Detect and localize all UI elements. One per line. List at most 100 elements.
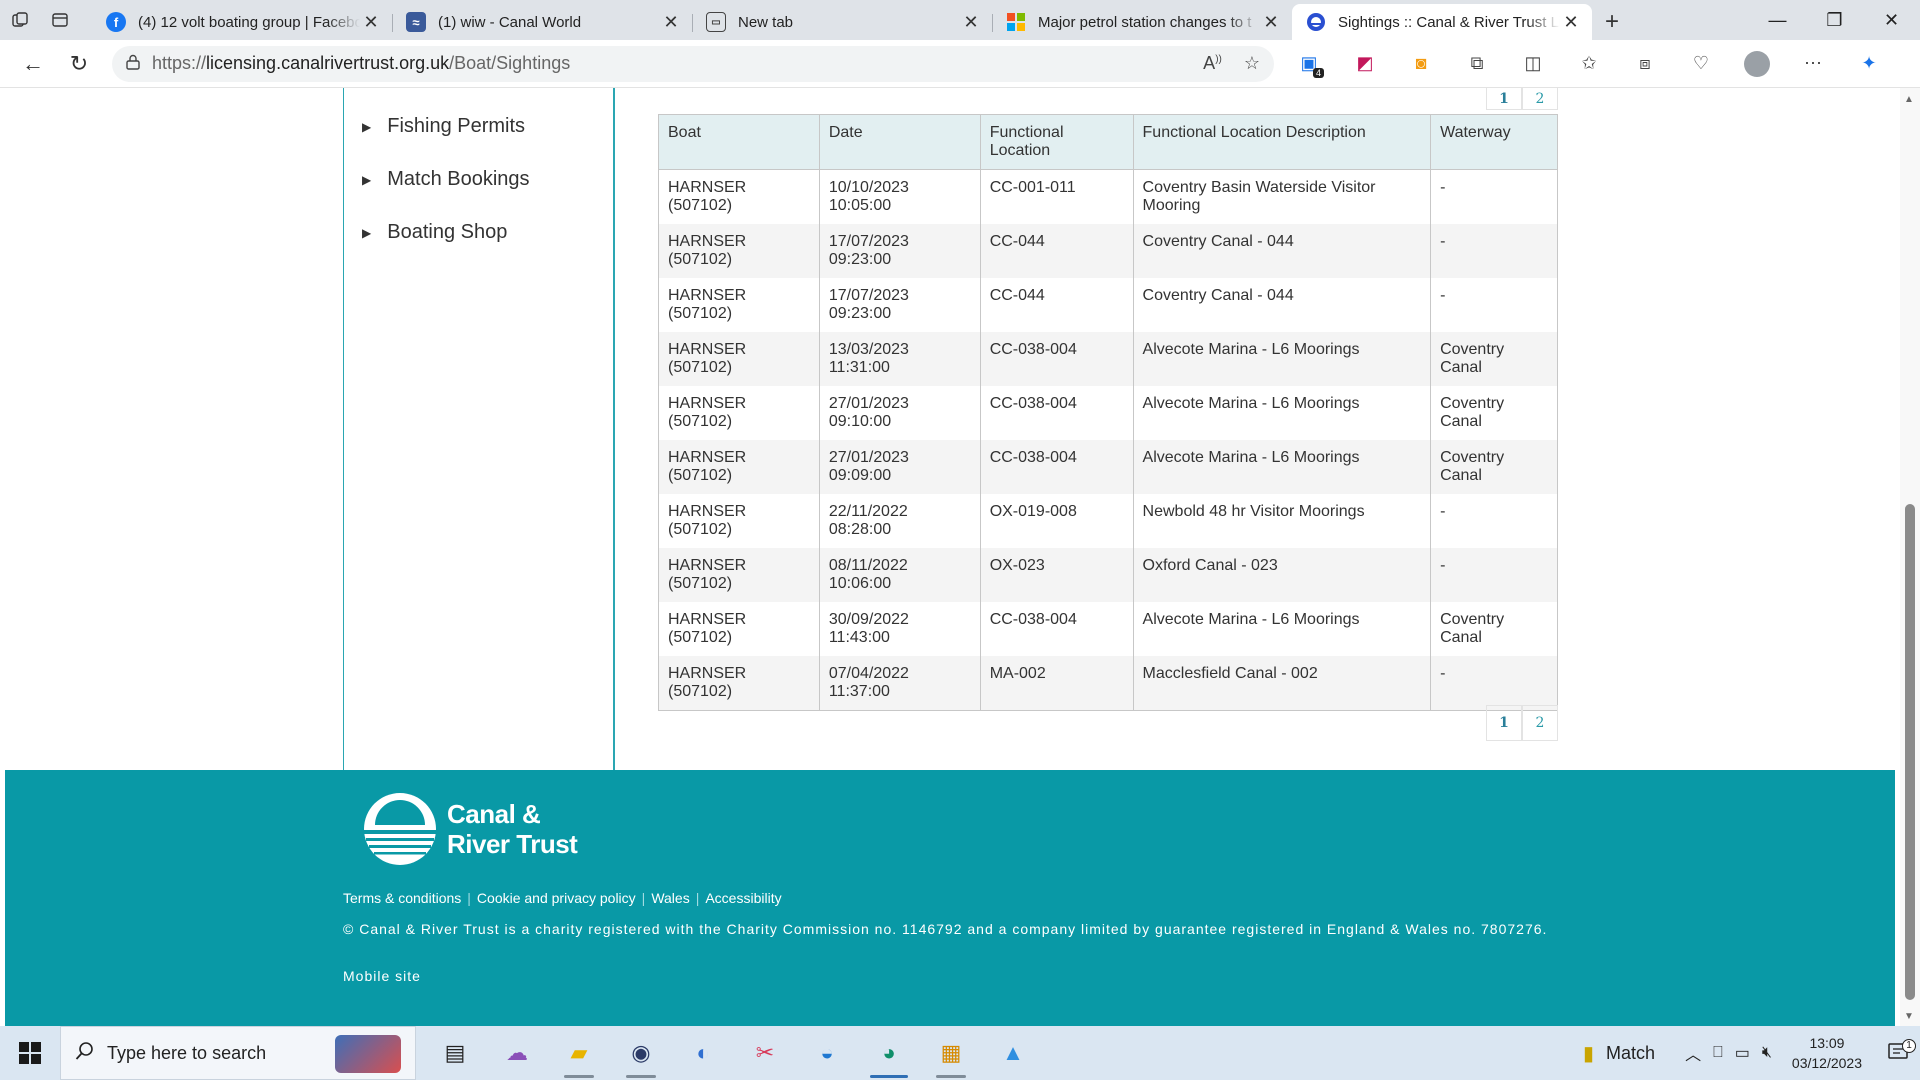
terms-link[interactable]: Terms & conditions (343, 890, 461, 906)
close-window-icon[interactable]: ✕ (1863, 0, 1920, 40)
file-explorer-icon[interactable]: ▰ (548, 1026, 610, 1080)
windows-start-icon[interactable] (0, 1026, 60, 1080)
workspaces-icon[interactable] (0, 0, 40, 40)
close-tab-icon[interactable]: ✕ (360, 12, 382, 33)
logo-text-line2: River Trust (447, 829, 578, 859)
vpn-lock-icon[interactable]: ◉ (610, 1026, 672, 1080)
extension-icon[interactable]: ◩ (1344, 46, 1386, 82)
close-tab-icon[interactable]: ✕ (960, 12, 982, 33)
firefox-icon[interactable]: ◐ (672, 1026, 734, 1080)
notifications-icon[interactable]: 1 (1878, 1039, 1920, 1063)
windows-taskbar: Type here to search ▤ ☁ ▰ ◉ ◐ ✂ ◒ ◕ ▦ ▲ … (0, 1026, 1920, 1080)
cell-date: 22/11/2022 08:28:00 (818, 494, 981, 548)
new-tab-button[interactable]: + (1592, 4, 1632, 40)
app-icon[interactable]: ▦ (920, 1026, 982, 1080)
triangle-right-icon: ▶ (362, 119, 372, 134)
cell-date: 30/09/2022 11:43:00 (818, 602, 981, 656)
favorite-star-icon[interactable]: ☆ (1244, 53, 1260, 74)
cookie-privacy-link[interactable]: Cookie and privacy policy (477, 890, 636, 906)
canal-river-trust-logo[interactable]: Canal & River Trust (363, 792, 578, 866)
photos-icon[interactable]: ▲ (982, 1026, 1044, 1080)
sidebar-item-match-bookings[interactable]: ▶ Match Bookings (362, 168, 530, 191)
cell-date: 27/01/2023 09:10:00 (818, 386, 981, 440)
profile-avatar[interactable] (1736, 46, 1778, 82)
weather-label[interactable]: Match (1606, 1043, 1655, 1064)
link-separator: | (695, 890, 700, 906)
cell-description: Alvecote Marina - L6 Moorings (1132, 602, 1432, 656)
pagination-bottom: 1 2 (1486, 705, 1558, 741)
extensions-puzzle-icon[interactable]: ⧉ (1456, 46, 1498, 82)
sidebar-item-fishing-permits[interactable]: ▶ Fishing Permits (362, 115, 525, 138)
page-link-2[interactable]: 2 (1522, 88, 1558, 110)
close-tab-icon[interactable]: ✕ (660, 12, 682, 33)
edge-browser-icon[interactable]: ◕ (858, 1026, 920, 1080)
minimize-icon[interactable]: — (1749, 0, 1806, 40)
more-menu-icon[interactable]: ⋯ (1792, 46, 1834, 82)
table-row: HARNSER (507102) 07/04/2022 11:37:00 MA-… (658, 656, 1558, 711)
cell-date: 27/01/2023 09:09:00 (818, 440, 981, 494)
footer-links: Terms & conditions | Cookie and privacy … (343, 890, 782, 906)
refresh-button[interactable]: ↻ (56, 46, 102, 82)
canal-world-icon: ≈ (406, 12, 426, 32)
restore-icon[interactable]: ❐ (1806, 0, 1863, 40)
browser-tab-new-tab[interactable]: ▭ New tab ✕ (692, 4, 992, 40)
close-tab-icon[interactable]: ✕ (1260, 12, 1282, 33)
close-tab-icon[interactable]: ✕ (1560, 12, 1582, 33)
split-screen-icon[interactable]: ◫ (1512, 46, 1554, 82)
cell-waterway: Coventry Canal (1430, 440, 1558, 494)
favorites-icon[interactable]: ✩ (1568, 46, 1610, 82)
clock[interactable]: 13:09 03/12/2023 (1792, 1033, 1862, 1073)
url-host: licensing.canalrivertrust.org.uk (206, 53, 450, 73)
cell-waterway: - (1430, 494, 1558, 548)
search-placeholder: Type here to search (107, 1042, 267, 1063)
onedrive-cloud-icon[interactable]: ☁ (486, 1026, 548, 1080)
copilot-icon[interactable]: ✦ (1848, 46, 1890, 82)
mobile-site-link[interactable]: Mobile site (343, 968, 421, 984)
cell-waterway: Coventry Canal (1430, 602, 1558, 656)
collections-icon[interactable]: ⧈ (1624, 46, 1666, 82)
rss-extension-icon[interactable]: ◙ (1400, 46, 1442, 82)
performance-icon[interactable]: ♡ (1680, 46, 1722, 82)
accessibility-link[interactable]: Accessibility (705, 890, 781, 906)
browser-tab-facebook[interactable]: f (4) 12 volt boating group | Facebook ✕ (92, 4, 392, 40)
read-aloud-icon[interactable]: A)) (1203, 53, 1222, 74)
column-header-location-description: Functional Location Description (1132, 114, 1432, 170)
sidebar-item-boating-shop[interactable]: ▶ Boating Shop (362, 221, 507, 244)
cell-boat: HARNSER (507102) (658, 494, 820, 548)
page-scrollbar[interactable]: ▲ ▼ (1900, 88, 1920, 1026)
show-hidden-icons[interactable]: ︿ (1685, 1041, 1701, 1065)
address-bar[interactable]: https://licensing.canalrivertrust.org.uk… (112, 45, 1274, 82)
browser-tab-canal-world[interactable]: ≈ (1) wiw - Canal World ✕ (392, 4, 692, 40)
cell-boat: HARNSER (507102) (658, 332, 820, 386)
volume-muted-icon[interactable]: 🔇︎ (1762, 1044, 1772, 1062)
thunderbird-icon[interactable]: ◒ (796, 1026, 858, 1080)
cell-waterway: Coventry Canal (1430, 332, 1558, 386)
wales-link[interactable]: Wales (651, 890, 689, 906)
cell-waterway: - (1430, 548, 1558, 602)
taskbar-search-box[interactable]: Type here to search (60, 1026, 416, 1080)
back-button[interactable]: ← (10, 46, 56, 82)
triangle-right-icon: ▶ (362, 225, 372, 240)
scroll-up-icon[interactable]: ▲ (1904, 94, 1914, 105)
cell-date: 17/07/2023 09:23:00 (818, 278, 981, 332)
scrollbar-thumb[interactable] (1905, 504, 1915, 1000)
cell-date: 10/10/2023 10:05:00 (818, 169, 981, 224)
cell-boat: HARNSER (507102) (658, 386, 820, 440)
page-link-1[interactable]: 1 (1486, 88, 1522, 110)
tab-title: Major petrol station changes to t (1038, 13, 1252, 31)
page-link-2[interactable]: 2 (1522, 705, 1558, 741)
battery-icon[interactable]: ▭ (1735, 1043, 1750, 1063)
cell-description: Alvecote Marina - L6 Moorings (1132, 332, 1432, 386)
extension-icon[interactable]: ▣ 4 (1288, 46, 1330, 82)
snipping-tool-icon[interactable]: ✂ (734, 1026, 796, 1080)
tab-actions-icon[interactable] (40, 0, 80, 40)
page-link-1[interactable]: 1 (1486, 705, 1522, 741)
pagination-top: 1 2 (1486, 88, 1558, 110)
scroll-down-icon[interactable]: ▼ (1904, 1011, 1914, 1022)
browser-tab-petrol-news[interactable]: Major petrol station changes to t ✕ (992, 4, 1292, 40)
cell-description: Alvecote Marina - L6 Moorings (1132, 440, 1432, 494)
clock-time: 13:09 (1809, 1035, 1845, 1051)
meet-now-icon[interactable]: ⎕ (1713, 1044, 1723, 1062)
task-view-icon[interactable]: ▤ (424, 1026, 486, 1080)
browser-tab-sightings[interactable]: Sightings :: Canal & River Trust Li ✕ (1292, 4, 1592, 40)
